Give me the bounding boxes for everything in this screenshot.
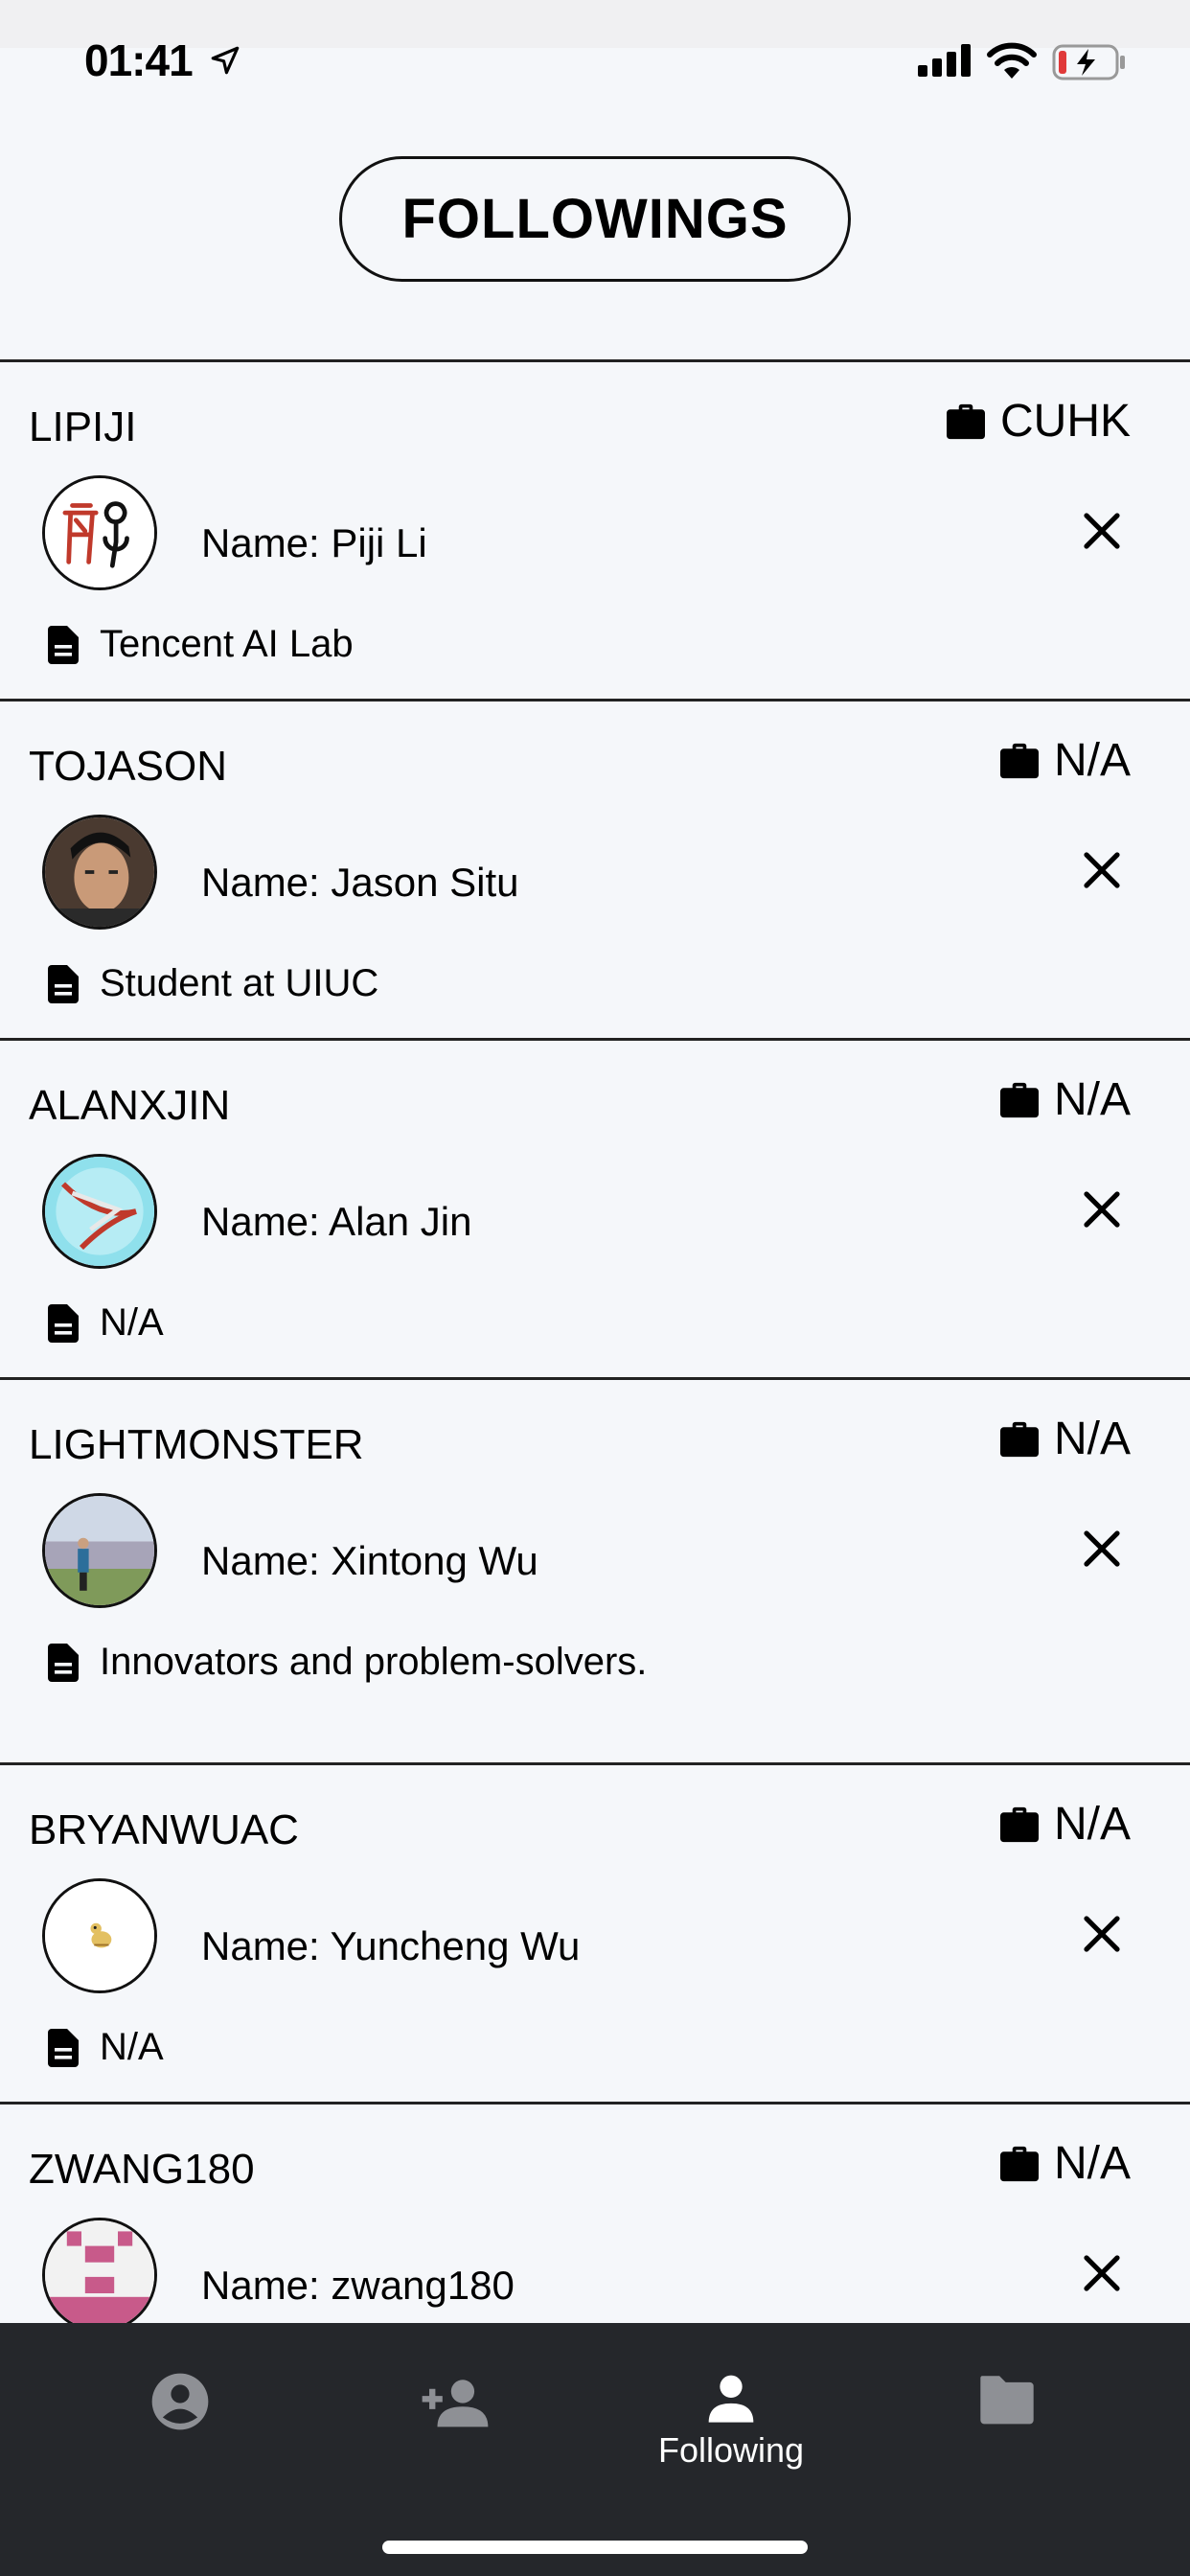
document-icon	[48, 625, 79, 664]
briefcase-icon	[999, 1806, 1039, 1842]
following-card[interactable]: ALANXJIN N/A Name: Alan Jin N/A	[0, 1038, 1190, 1377]
full-name: Name: Xintong Wu	[201, 1538, 538, 1583]
followings-screen: 01:41 FOLLOWINGS LIPIJI CUHK Name: Piji …	[0, 0, 1190, 2576]
username: BRYANWUAC	[29, 1806, 299, 1853]
avatar[interactable]	[42, 2218, 157, 2324]
home-indicator[interactable]	[382, 2541, 808, 2554]
unfollow-close-icon[interactable]	[1079, 2250, 1125, 2296]
following-card[interactable]: LIGHTMONSTER N/A Name: Xintong Wu Innova…	[0, 1377, 1190, 1762]
organization: CUHK	[945, 395, 1131, 448]
organization-label: N/A	[1053, 735, 1131, 786]
location-arrow-icon	[211, 46, 240, 75]
unfollow-close-icon[interactable]	[1079, 1186, 1125, 1232]
organization: N/A	[998, 734, 1131, 787]
organization: N/A	[998, 1798, 1131, 1851]
following-card[interactable]: TOJASON N/A Name: Jason Situ Student at …	[0, 699, 1190, 1038]
bio-text: N/A	[100, 2026, 164, 2068]
briefcase-icon	[999, 2146, 1039, 2181]
page-title: FOLLOWINGS	[339, 156, 851, 282]
following-card[interactable]: ZWANG180 N/A Name: zwang180	[0, 2102, 1190, 2324]
tab-folder[interactable]	[869, 2323, 1145, 2515]
username: ZWANG180	[29, 2146, 255, 2193]
person-add-icon	[422, 2380, 489, 2427]
full-name: Name: Yuncheng Wu	[201, 1923, 581, 1968]
person-icon	[708, 2375, 754, 2423]
following-card[interactable]: BRYANWUAC N/A Name: Yuncheng Wu N/A	[0, 1762, 1190, 2102]
tab-profile[interactable]	[42, 2323, 318, 2515]
document-icon	[48, 2028, 79, 2067]
full-name: Name: Alan Jin	[201, 1199, 472, 1244]
briefcase-icon	[999, 1421, 1039, 1457]
account-circle-icon	[151, 2373, 209, 2430]
organization-label: N/A	[1053, 1414, 1131, 1464]
tab-following[interactable]: Following	[593, 2323, 869, 2515]
following-card[interactable]: LIPIJI CUHK Name: Piji Li Tencent AI Lab	[0, 359, 1190, 699]
bio: N/A	[48, 1301, 164, 1345]
organization-label: N/A	[1053, 2138, 1131, 2189]
bottom-tab-bar: Following	[0, 2323, 1190, 2576]
username: TOJASON	[29, 743, 228, 790]
username: LIGHTMONSTER	[29, 1421, 364, 1468]
bio: Innovators and problem-solvers.	[48, 1641, 647, 1684]
bio: Tencent AI Lab	[48, 623, 354, 666]
document-icon	[48, 1643, 79, 1682]
cellular-signal-icon	[918, 44, 971, 77]
organization-label: N/A	[1053, 1074, 1131, 1125]
unfollow-close-icon[interactable]	[1079, 847, 1125, 893]
avatar[interactable]	[42, 475, 157, 590]
unfollow-close-icon[interactable]	[1079, 1526, 1125, 1572]
full-name: Name: zwang180	[201, 2263, 515, 2308]
full-name: Name: Piji Li	[201, 520, 427, 565]
tab-label: Following	[657, 2430, 805, 2470]
organization: N/A	[998, 2137, 1131, 2190]
status-time: 01:41	[84, 35, 194, 85]
avatar[interactable]	[42, 815, 157, 930]
bio-text: Student at UIUC	[100, 962, 379, 1004]
briefcase-icon	[999, 1082, 1039, 1117]
bio-text: N/A	[100, 1301, 164, 1344]
status-bar: 01:41	[0, 0, 1190, 125]
wifi-icon	[987, 42, 1037, 79]
document-icon	[48, 1303, 79, 1343]
organization-label: CUHK	[999, 396, 1131, 447]
document-icon	[48, 964, 79, 1003]
avatar[interactable]	[42, 1493, 157, 1608]
briefcase-icon	[999, 743, 1039, 778]
avatar[interactable]	[42, 1154, 157, 1269]
organization-label: N/A	[1053, 1799, 1131, 1850]
username: ALANXJIN	[29, 1082, 231, 1129]
avatar[interactable]	[42, 1878, 157, 1993]
tab-add-following[interactable]	[317, 2323, 593, 2515]
folder-icon	[980, 2376, 1034, 2425]
briefcase-icon	[946, 403, 985, 439]
unfollow-close-icon[interactable]	[1079, 1911, 1125, 1957]
bio: N/A	[48, 2026, 164, 2069]
username: LIPIJI	[29, 403, 137, 450]
full-name: Name: Jason Situ	[201, 860, 519, 905]
battery-charging-icon	[1052, 44, 1125, 80]
bio-text: Tencent AI Lab	[100, 623, 354, 665]
organization: N/A	[998, 1073, 1131, 1126]
bio-text: Innovators and problem-solvers.	[100, 1641, 648, 1683]
organization: N/A	[998, 1413, 1131, 1465]
bio: Student at UIUC	[48, 962, 378, 1005]
followings-list[interactable]: LIPIJI CUHK Name: Piji Li Tencent AI Lab…	[0, 359, 1190, 2324]
unfollow-close-icon[interactable]	[1079, 508, 1125, 554]
